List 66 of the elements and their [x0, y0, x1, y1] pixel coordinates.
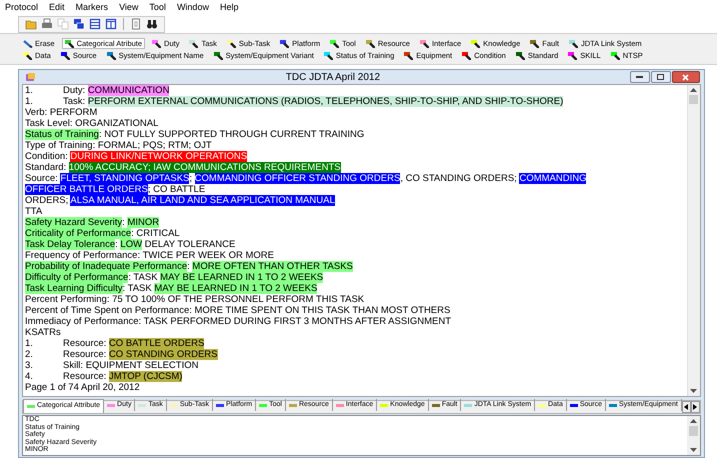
- text-line: Standard: 100% ACCURACY; IAW COMMUNICATIONS REQUIREMENTS: [25, 162, 341, 173]
- menu-item[interactable]: Tool: [149, 0, 166, 14]
- text-line: Verb: PERFORM: [25, 107, 98, 118]
- scrollbar-thumb[interactable]: [689, 95, 698, 104]
- scroll-up-icon[interactable]: [690, 418, 697, 424]
- minimize-button[interactable]: [630, 71, 650, 83]
- menu-item[interactable]: Protocol: [5, 0, 38, 14]
- cascade-windows-icon[interactable]: [73, 18, 85, 30]
- text-line: Safety Hazard Severity: MINOR: [25, 217, 160, 228]
- text-line: Task Learning Difficulty: TASK MAY BE LEARNED IN 1 TO 2 WEEKS: [25, 283, 318, 294]
- text-line: Resource: CO BATTLE ORDERS: [63, 338, 204, 349]
- menu-item[interactable]: Window: [176, 0, 209, 14]
- text-line: Difficulty of Performance: TASK MAY BE LEARNED IN 1 TO 2 WEEKS: [25, 272, 324, 283]
- text-line: Condition: DURING LINK/NETWORK OPERATIONS: [25, 151, 248, 162]
- app-icon: [25, 72, 36, 82]
- scrollbar[interactable]: [686, 416, 700, 455]
- text-line: Page 1 of 74 April 20, 2012: [25, 382, 140, 393]
- text-line: Task Level: ORGANIZATIONAL: [25, 118, 158, 129]
- printer-icon[interactable]: [41, 18, 53, 30]
- menu-item[interactable]: View: [119, 0, 138, 14]
- text-line: Resource: JMTOP (CJCSM): [63, 371, 182, 382]
- left-arrow-icon: [684, 404, 688, 410]
- menu-item[interactable]: Edit: [49, 0, 65, 14]
- scroll-down-icon[interactable]: [690, 447, 697, 453]
- text-line: Task: PERFORM EXTERNAL COMMUNICATIONS (RADIOS, TELEPHONES, SHIP-TO-SHIP, AND SHIP-TO-SHORE): [63, 96, 564, 107]
- folder-icon[interactable]: [25, 18, 37, 30]
- scroll-up-icon[interactable]: [690, 87, 698, 93]
- text-line: Type of Training: FORMAL; PQS; RTM; OJT: [25, 140, 212, 151]
- text-line: Probability of Inadequate Performance: MORE OFTEN THAN OTHER TASKS: [25, 261, 353, 272]
- list-number: 1.: [25, 85, 34, 96]
- text-line: Skill: EQUIPMENT SELECTION: [63, 360, 198, 371]
- binoculars-icon[interactable]: [146, 18, 158, 30]
- tile-horizontal-icon[interactable]: [89, 18, 101, 30]
- text-line: OFFICER BATTLE ORDERS; CO BATTLE: [25, 184, 206, 195]
- close-button[interactable]: [672, 71, 700, 83]
- list-number: 1.: [25, 96, 34, 107]
- list-number: 3.: [25, 360, 34, 371]
- maximize-button[interactable]: [650, 71, 671, 83]
- text-line: ORDERS; ALSA MANUAL, AIR LAND AND SEA APPLICATION MANUAL: [25, 195, 335, 206]
- text-line: Resource: CO STANDING ORDERS: [63, 349, 218, 360]
- text-line: Criticality of Performance: CRITICAL: [25, 228, 180, 239]
- list-number: 2.: [25, 349, 34, 360]
- window-title: TDC JDTA April 2012: [284, 70, 382, 84]
- text-line: Percent of Time Spent on Performance: MORE TIME SPENT ON THIS TASK THAN MOST OTHERS: [25, 305, 450, 316]
- text-line: Immediacy of Performance: TASK PERFORMED DURING FIRST 3 MONTHS AFTER ASSIGNMENT: [25, 316, 451, 327]
- text-line: TTA: [25, 206, 42, 217]
- eraser-icon: [23, 40, 33, 48]
- tab-scroll-left-button[interactable]: [682, 401, 691, 413]
- tile-vertical-icon[interactable]: [105, 18, 117, 30]
- scroll-down-icon[interactable]: [690, 388, 698, 394]
- close-icon: [682, 74, 690, 80]
- text-line: Frequency of Performance: TWICE PER WEEK OR MORE: [25, 250, 274, 261]
- scrollbar-thumb[interactable]: [688, 426, 698, 436]
- right-arrow-icon: [693, 404, 698, 410]
- scrollbar[interactable]: [686, 85, 700, 396]
- text-line: Status of Training: NOT FULLY SUPPORTED THROUGH CURRENT TRAINING: [25, 129, 364, 140]
- list-number: 1.: [25, 338, 34, 349]
- document-icon[interactable]: [130, 18, 142, 30]
- text-line: KSATRs: [25, 327, 61, 338]
- text-line: Task Delay Tolerance: LOW DELAY TOLERANCE: [25, 239, 236, 250]
- text-line: Percent Performing: 75 TO 100% OF THE PERSONNEL PERFORM THIS TASK: [25, 294, 364, 305]
- text-line: Duty: COMMUNICATION: [63, 85, 170, 96]
- text-line: Source: FLEET, STANDING OPTASKS; COMMANDING OFFICER STANDING ORDERS, CO STANDING ORDERS; COMMANDING: [25, 173, 586, 184]
- menu-item[interactable]: Help: [220, 0, 238, 14]
- menu-item[interactable]: Markers: [76, 0, 108, 14]
- list-number: 4.: [25, 371, 34, 382]
